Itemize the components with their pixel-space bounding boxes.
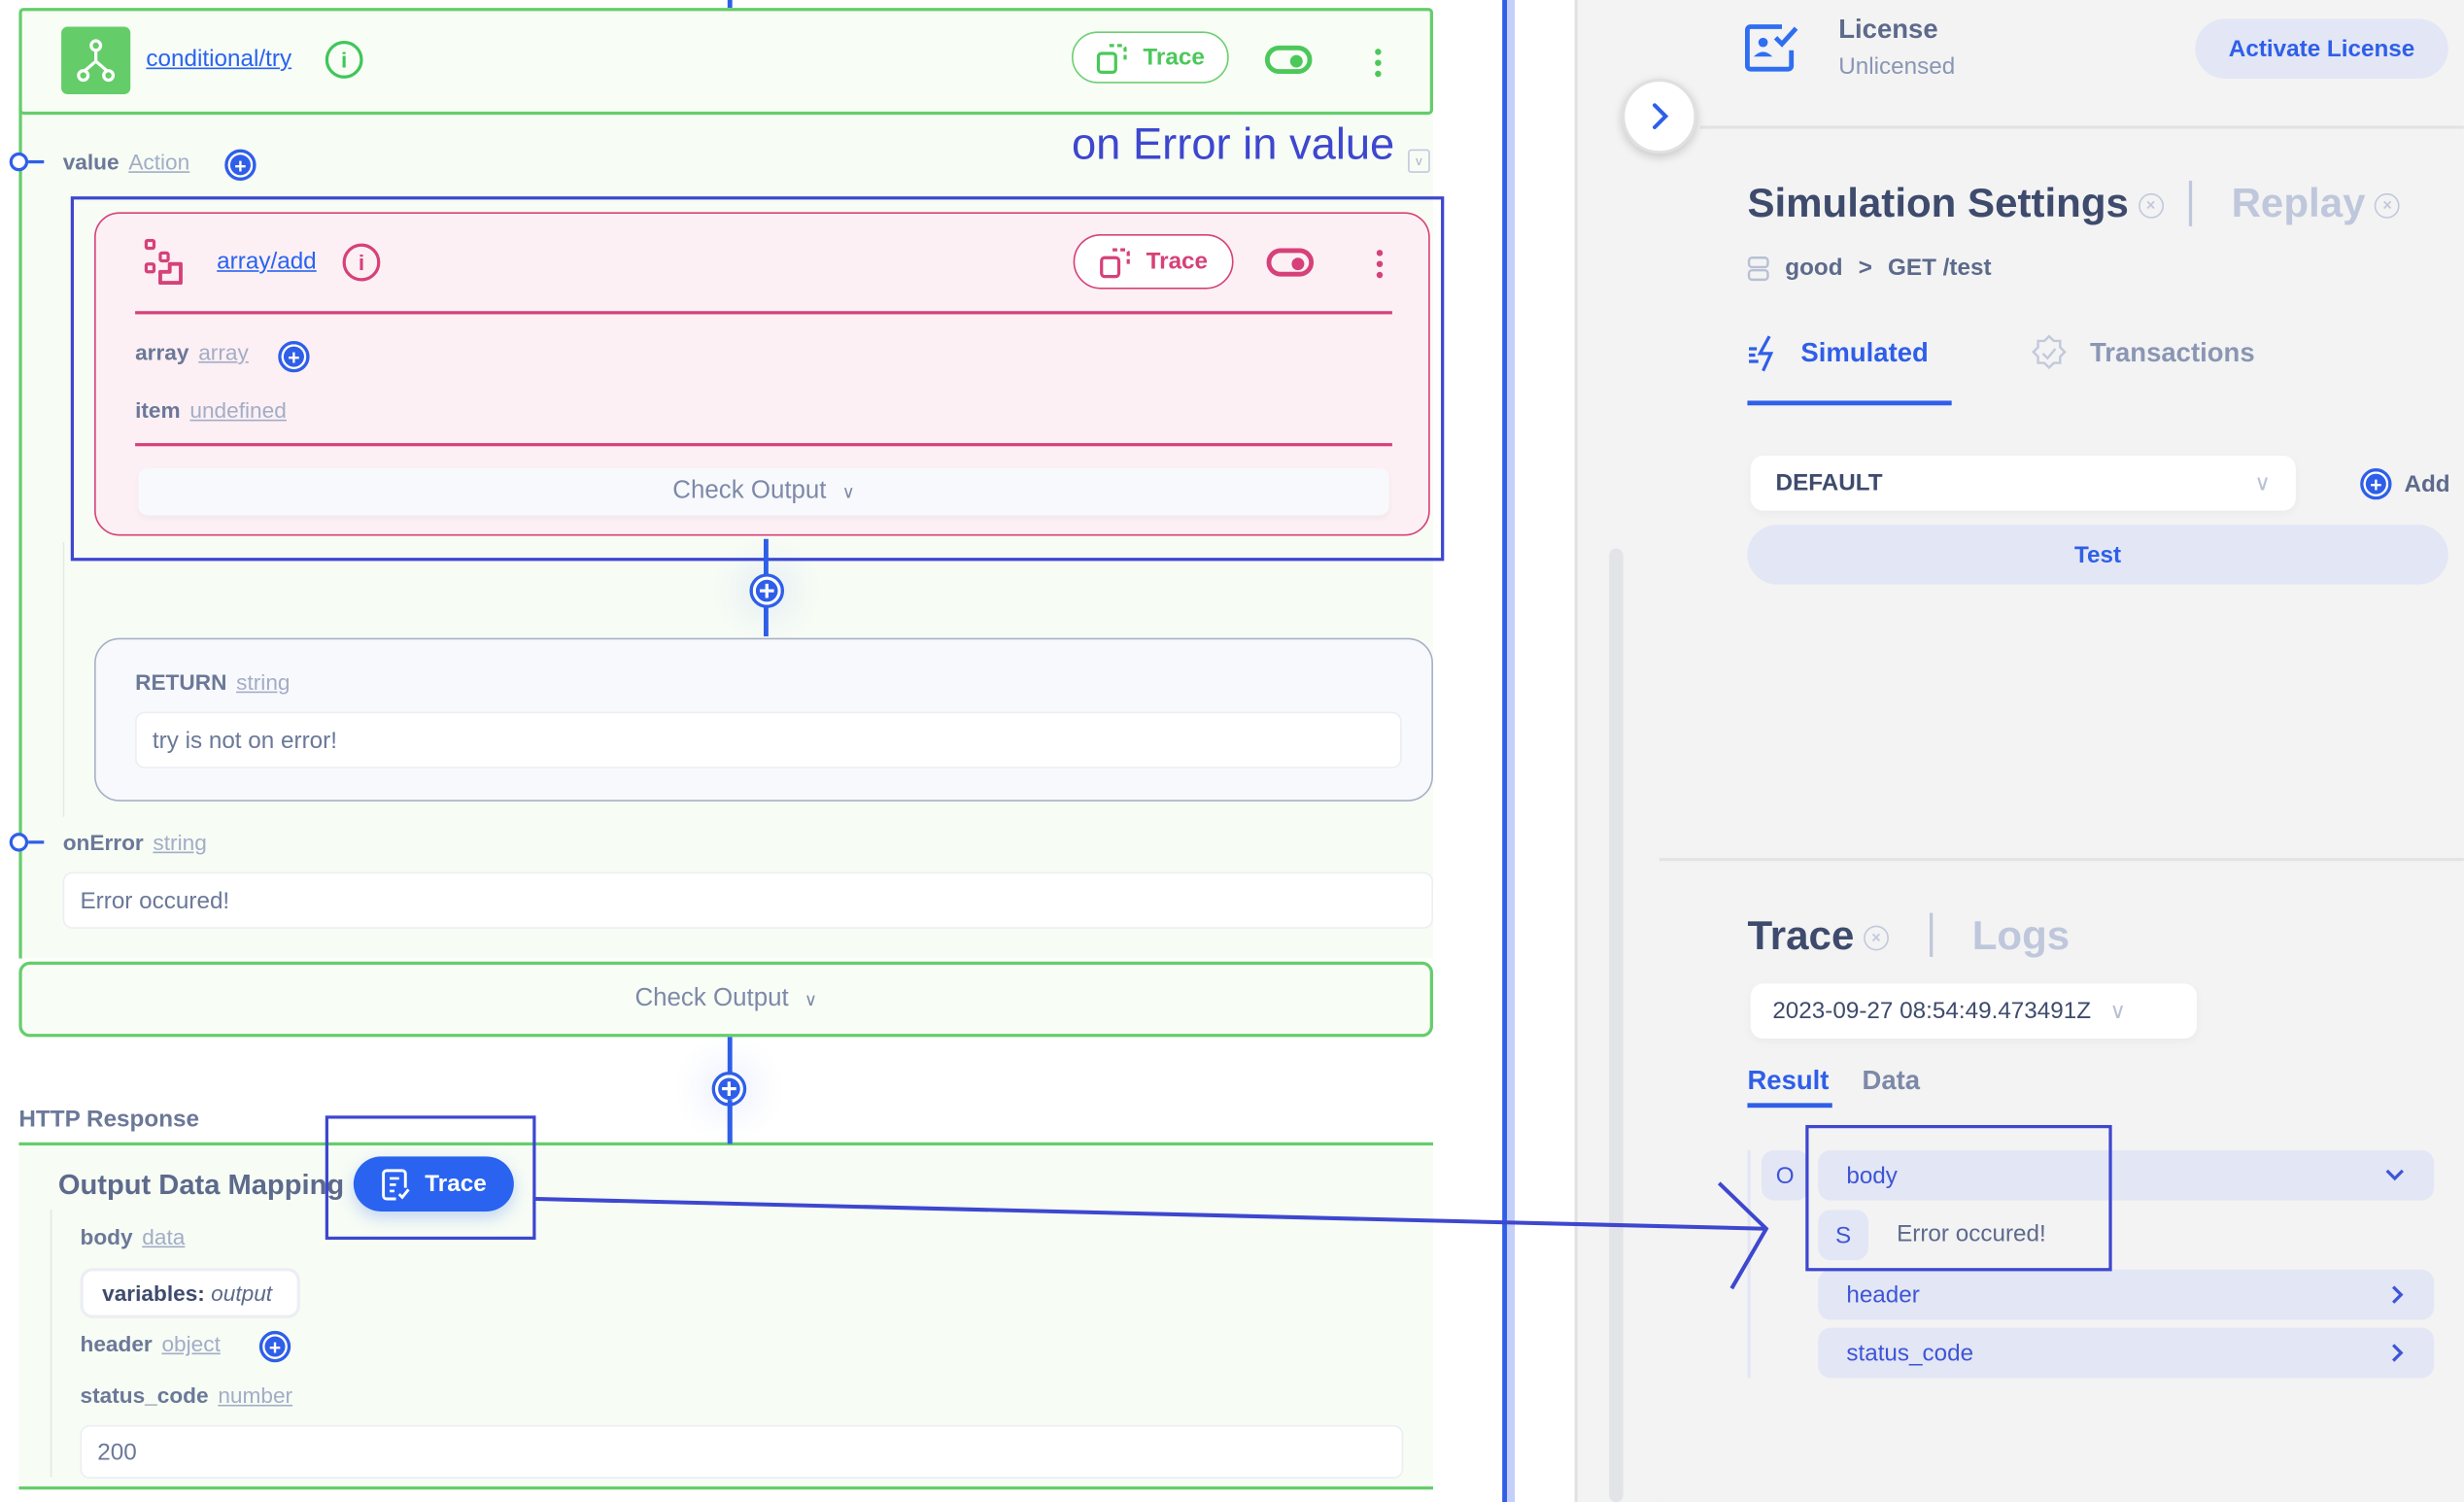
annotation-arrow xyxy=(535,1181,1769,1290)
app-root: conditional/try i Trace value Action + v … xyxy=(0,0,2464,1502)
